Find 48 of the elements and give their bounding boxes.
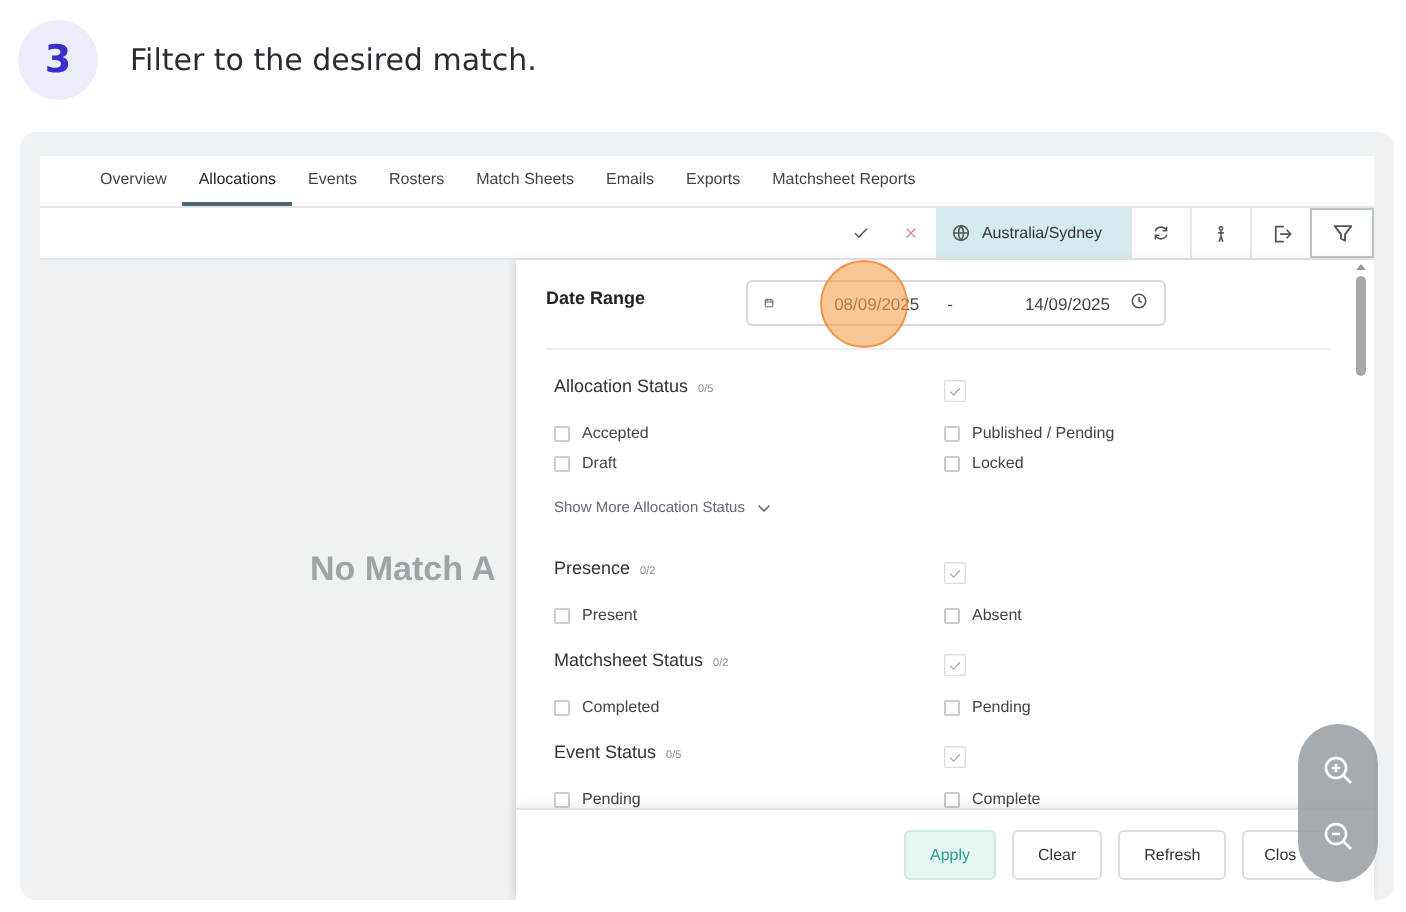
nav-tab[interactable]: Match Sheets [460,156,590,206]
field-label: Date Range [546,288,648,308]
step-number: 3 [18,20,98,100]
filter-option[interactable]: Present [554,606,638,624]
nav-tab[interactable]: Allocations [182,156,293,206]
select-all-icon[interactable] [944,654,966,676]
nav-tab[interactable]: Emails [589,156,670,206]
zoom-out-button[interactable] [1322,820,1354,853]
filter-option[interactable]: Pending [944,698,1031,716]
check-icon [851,224,870,242]
filter-option[interactable]: Published / Pending [944,424,1115,442]
clock-icon [1130,292,1148,310]
select-all-icon[interactable] [944,380,966,402]
refresh-icon [1152,224,1170,242]
calendar-icon [764,294,775,312]
globe-icon [951,224,970,242]
zoom-in-icon [1322,753,1354,786]
instruction-text: Filter to the desired match. [130,42,537,78]
action-button[interactable]: Clear [1012,830,1103,880]
zoom-out-icon [1322,820,1354,853]
filter-option[interactable]: Accepted [554,424,649,442]
scroll-up-icon [1355,264,1365,270]
filter-option[interactable]: Completed [554,698,660,716]
person-icon [1212,223,1230,243]
filter-option[interactable]: Pending [554,790,641,808]
nav-tab[interactable]: Overview [84,156,183,206]
nav-tab[interactable]: Exports [670,156,757,206]
export-icon [1271,223,1291,243]
filter-option[interactable]: Draft [554,454,617,472]
empty-message: No Match A [310,550,496,590]
filter-option[interactable]: Locked [944,454,1024,472]
filter-icon [1331,222,1353,244]
section-title: Presence [554,558,631,578]
select-all-icon[interactable] [944,562,966,584]
section-title: Matchsheet Status [554,650,704,670]
filter-option[interactable]: Complete [944,790,1041,808]
nav-tab[interactable]: Rosters [373,156,461,206]
zoom-in-button[interactable] [1322,753,1354,786]
action-button[interactable]: Refresh [1118,830,1227,880]
nav-tab[interactable]: Events [292,156,373,206]
section-title: Event Status [554,742,657,762]
nav-tab[interactable]: Matchsheet Reports [756,156,932,206]
filter-option[interactable]: Absent [944,606,1022,624]
timezone-button[interactable]: Australia/Sydney [935,208,1130,258]
select-all-icon[interactable] [944,746,966,768]
close-icon [903,226,918,240]
filter-button[interactable] [1310,208,1374,258]
section-title: Allocation Status [554,376,689,396]
